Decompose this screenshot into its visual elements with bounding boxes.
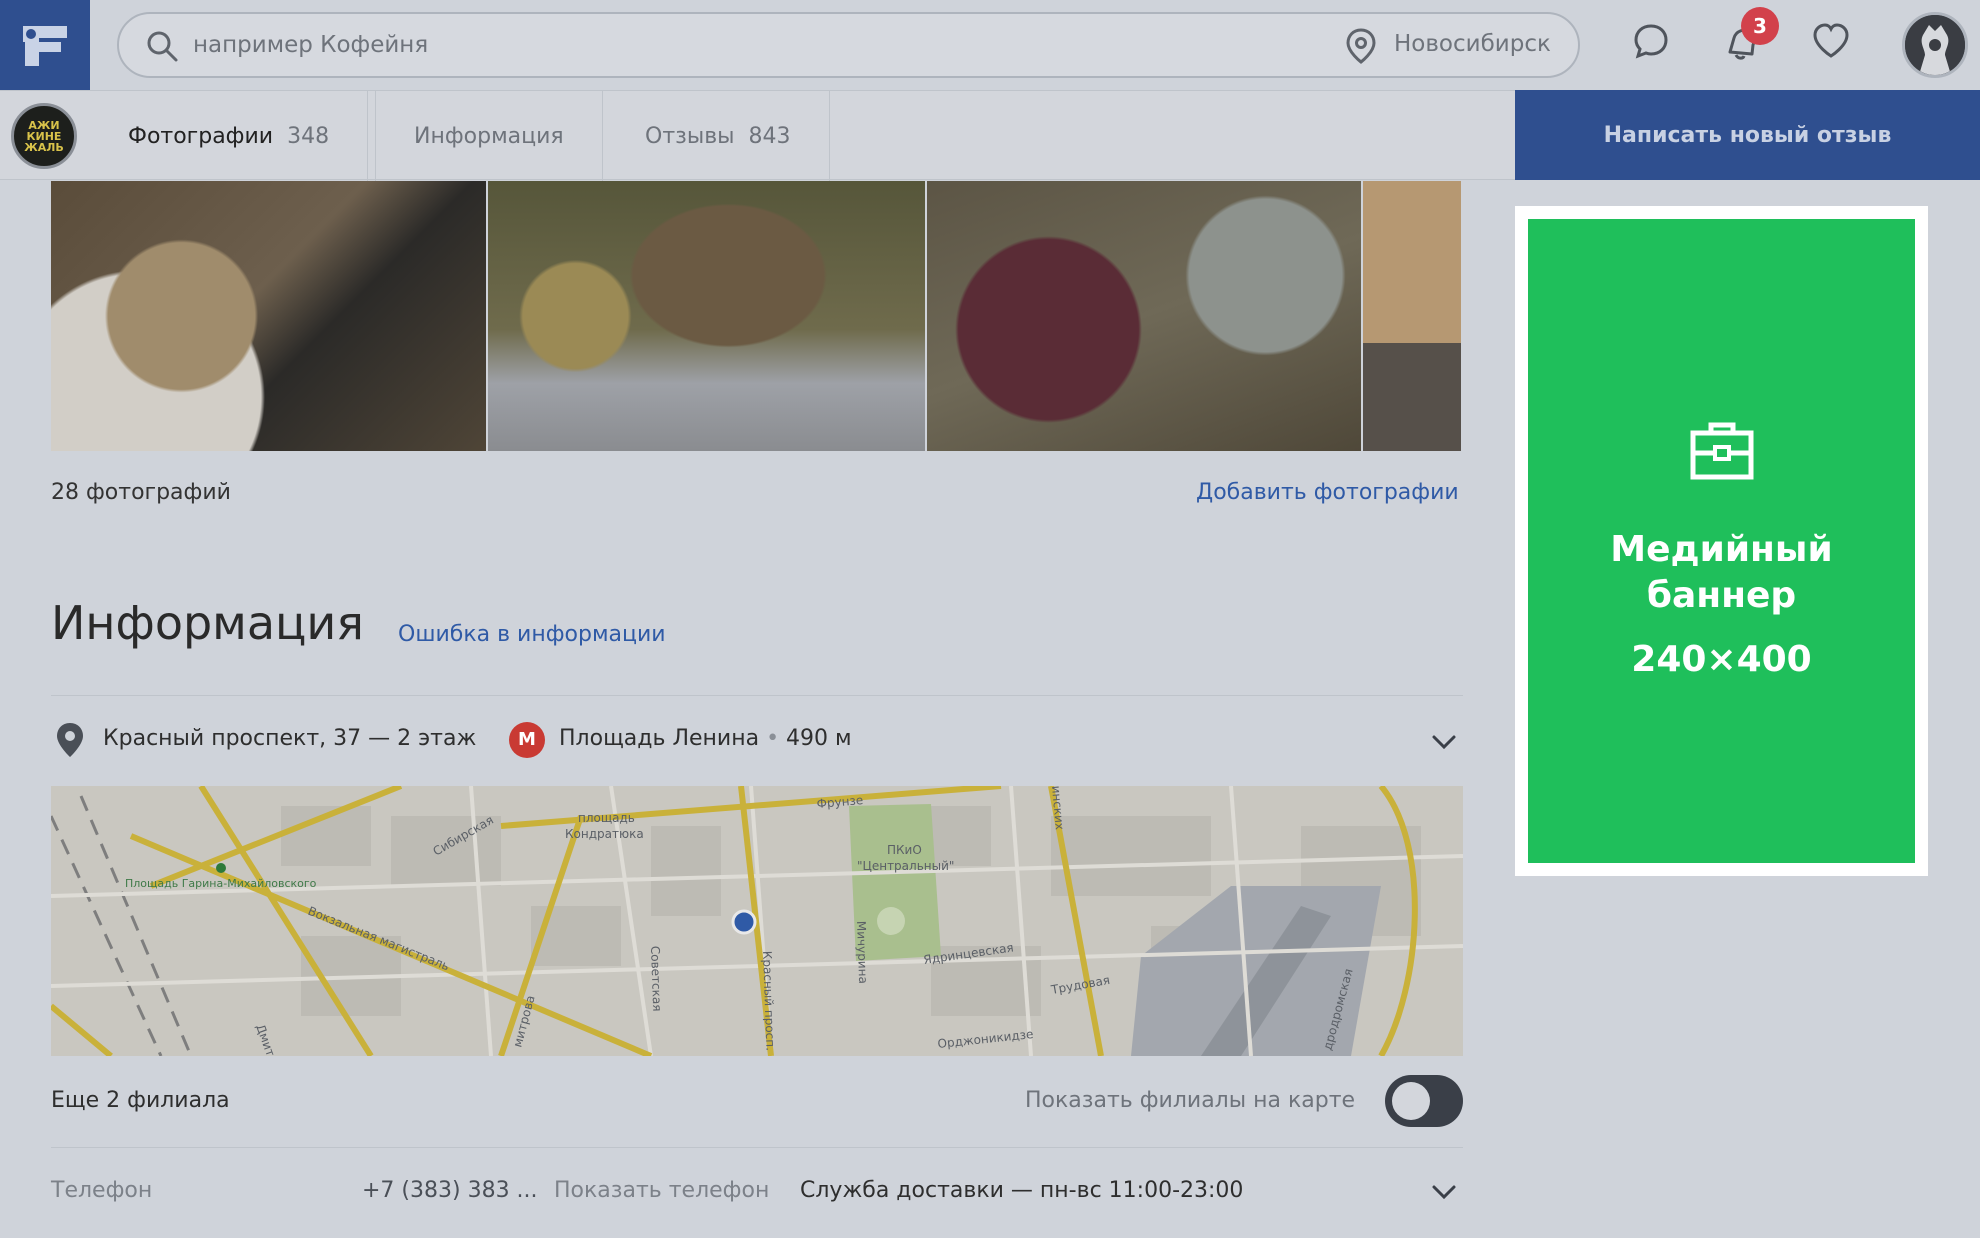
metro-station-marker	[216, 863, 226, 873]
place-logo[interactable]: АЖИ КИНЕ ЖАЛЬ	[11, 103, 77, 169]
map-label: Площадь Гарина-Михайловского	[125, 877, 317, 890]
ad-banner-frame: Медийный баннер 240×400	[1515, 206, 1928, 876]
write-review-button[interactable]: Написать новый отзыв	[1515, 90, 1980, 180]
photo-strip	[51, 181, 1463, 451]
photo-thumbnail[interactable]	[1363, 181, 1463, 451]
address-pin-icon	[57, 723, 83, 757]
media-banner[interactable]: Медийный баннер 240×400	[1528, 219, 1915, 863]
user-avatar[interactable]	[1902, 12, 1968, 78]
show-phone-link[interactable]: Показать телефон	[554, 1178, 769, 1203]
search-bar: Новосибирск	[117, 12, 1580, 78]
tab-information[interactable]: Информация	[375, 91, 603, 181]
add-photos-link[interactable]: Добавить фотографии	[1196, 480, 1459, 505]
information-heading: Информация	[51, 596, 364, 650]
map-label: "Центральный"	[857, 859, 954, 873]
search-icon[interactable]	[145, 29, 179, 63]
metro-separator: •	[766, 726, 780, 751]
banner-title: Медийный баннер	[1610, 529, 1833, 616]
tab-information-label: Информация	[414, 123, 564, 149]
show-branches-toggle[interactable]	[1385, 1075, 1463, 1127]
location-map[interactable]: площадь Кондратюка Фрунзе ПКиО "Централь…	[51, 786, 1463, 1056]
divider	[51, 1147, 1463, 1148]
metro-station: Площадь Ленина • 490 м	[559, 726, 852, 751]
show-branches-label: Показать филиалы на карте	[1025, 1088, 1356, 1113]
metro-distance: 490 м	[786, 726, 852, 751]
tab-photos-label: Фотографии	[128, 123, 274, 149]
tab-photos[interactable]: Фотографии 348	[90, 91, 369, 181]
map-label: ПКиО	[887, 843, 922, 857]
branches-count[interactable]: Еще 2 филиала	[51, 1088, 230, 1113]
photos-count: 28 фотографий	[51, 480, 231, 505]
divider	[51, 695, 1463, 696]
banner-size: 240×400	[1631, 639, 1812, 680]
phone-label: Телефон	[51, 1178, 153, 1203]
search-input[interactable]	[193, 26, 1293, 64]
flamp-logo-icon	[23, 26, 67, 66]
photo-thumbnail[interactable]	[488, 181, 927, 451]
phone-value: +7 (383) 383 ...	[362, 1178, 538, 1203]
chevron-down-icon[interactable]	[1430, 1178, 1458, 1206]
toggle-knob	[1392, 1082, 1430, 1120]
map-label: Советская	[648, 946, 664, 1012]
tab-reviews[interactable]: Отзывы 843	[607, 91, 830, 181]
tab-reviews-count: 843	[748, 123, 791, 149]
place-logo-text: АЖИ КИНЕ ЖАЛЬ	[24, 118, 64, 154]
address-text: Красный проспект, 37 — 2 этаж	[103, 726, 477, 751]
metro-icon: М	[509, 722, 545, 758]
location-pin-icon[interactable]	[1346, 28, 1376, 64]
heart-icon[interactable]	[1811, 22, 1851, 60]
briefcase-icon	[1690, 422, 1754, 480]
delivery-phone: Служба доставки — пн-вс 11:00-23:00	[800, 1178, 1244, 1203]
tab-photos-count: 348	[287, 123, 330, 149]
photo-thumbnail[interactable]	[927, 181, 1363, 451]
city-selector[interactable]: Новосибирск	[1394, 31, 1551, 57]
report-error-link[interactable]: Ошибка в информации	[398, 622, 666, 647]
photo-thumbnail[interactable]	[51, 181, 488, 451]
chevron-down-icon[interactable]	[1430, 728, 1458, 756]
map-label: Мичурина	[854, 921, 870, 984]
metro-station-name: Площадь Ленина	[559, 726, 760, 751]
map-location-marker[interactable]	[731, 909, 757, 935]
chat-icon[interactable]	[1632, 22, 1670, 60]
tab-reviews-label: Отзывы	[645, 123, 735, 149]
map-label: Кондратюка	[565, 827, 644, 841]
map-label: площадь	[578, 811, 635, 825]
avatar-image	[1905, 15, 1965, 75]
flamp-logo[interactable]	[0, 0, 90, 90]
notification-badge: 3	[1741, 7, 1779, 45]
top-header: Новосибирск 3	[0, 0, 1980, 90]
map-canvas: площадь Кондратюка Фрунзе ПКиО "Централь…	[51, 786, 1463, 1056]
